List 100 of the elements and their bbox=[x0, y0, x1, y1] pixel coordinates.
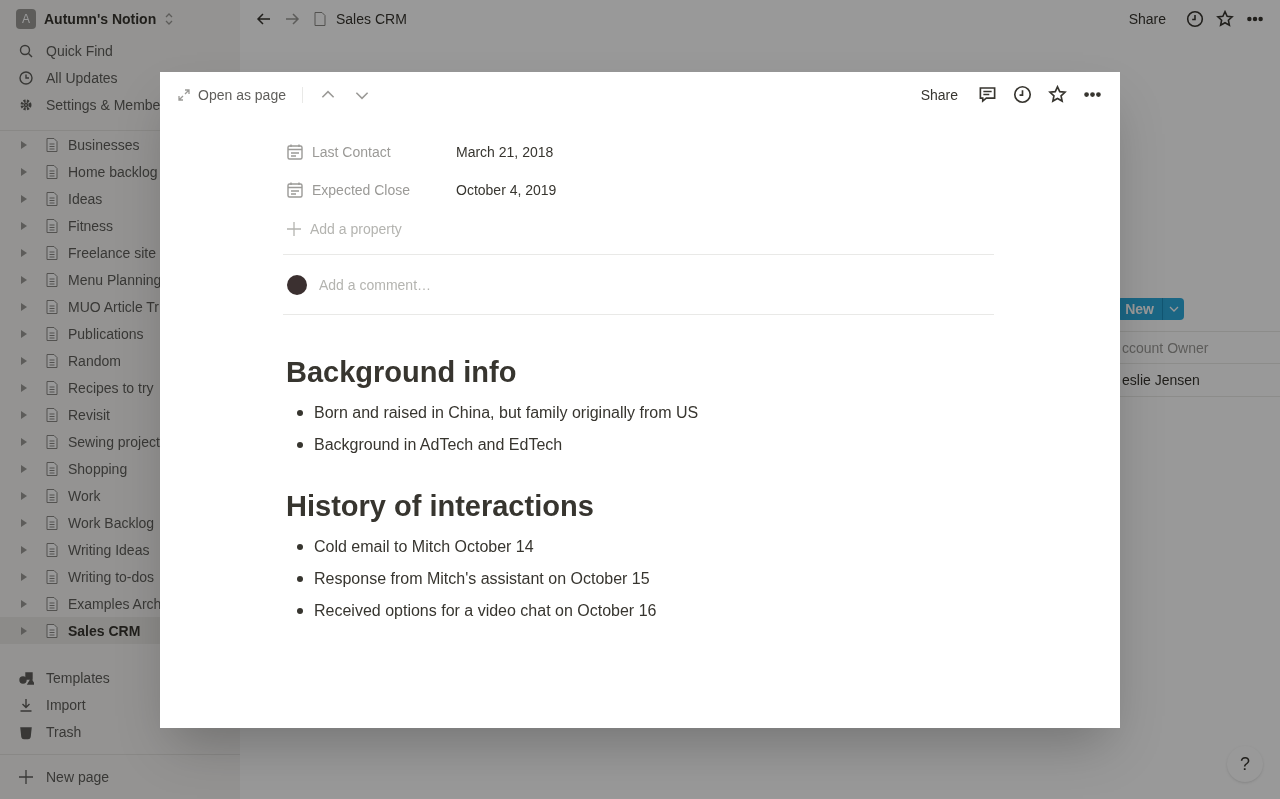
comment-icon[interactable] bbox=[978, 85, 997, 104]
expand-arrow-icon[interactable] bbox=[20, 599, 28, 608]
download-icon bbox=[18, 696, 34, 713]
column-header: ccount Owner bbox=[1122, 338, 1209, 358]
bullet-icon bbox=[297, 410, 303, 416]
expand-arrow-icon[interactable] bbox=[20, 302, 28, 311]
property-value[interactable]: October 4, 2019 bbox=[456, 180, 557, 200]
share-button[interactable]: Share bbox=[1128, 8, 1166, 29]
page-icon bbox=[44, 298, 60, 315]
sidebar-nav-item[interactable]: Trash bbox=[0, 718, 240, 745]
page-icon bbox=[44, 379, 60, 396]
expand-arrow-icon[interactable] bbox=[20, 329, 28, 338]
bullet-text: Background in AdTech and EdTech bbox=[314, 435, 563, 455]
caret-icon bbox=[1168, 306, 1179, 312]
expand-arrow-icon[interactable] bbox=[20, 383, 28, 392]
bullet-text: Response from Mitch's assistant on October 15 bbox=[314, 569, 650, 589]
sidebar-nav-item[interactable]: Import bbox=[0, 691, 240, 718]
sidebar-page-item[interactable]: Work Backlog bbox=[0, 509, 240, 536]
sidebar-page-item[interactable]: Revisit bbox=[0, 401, 240, 428]
back-arrow-icon[interactable] bbox=[256, 10, 272, 27]
page-icon bbox=[44, 136, 60, 153]
clock-icon bbox=[18, 69, 34, 86]
expand-arrow-icon[interactable] bbox=[20, 275, 28, 284]
expand-arrow-icon[interactable] bbox=[20, 140, 28, 149]
expand-arrow-icon[interactable] bbox=[20, 356, 28, 365]
sidebar-page-item[interactable]: Shopping bbox=[0, 455, 240, 482]
clock-icon[interactable] bbox=[1186, 9, 1204, 28]
star-icon[interactable] bbox=[1048, 85, 1067, 104]
table-cell-text: eslie Jensen bbox=[1122, 371, 1200, 390]
add-property-button[interactable]: Add a property bbox=[286, 219, 402, 239]
bullet-icon bbox=[297, 608, 303, 614]
search-icon bbox=[18, 42, 34, 59]
sidebar-page-item[interactable]: Menu Planning bbox=[0, 266, 240, 293]
expand-arrow-icon[interactable] bbox=[20, 545, 28, 554]
plus-icon bbox=[18, 769, 34, 785]
expand-arrow-icon[interactable] bbox=[20, 167, 28, 176]
calendar-icon bbox=[286, 181, 304, 199]
new-page-button[interactable]: New page bbox=[18, 767, 110, 787]
page-icon bbox=[44, 514, 60, 531]
plus-icon bbox=[286, 221, 302, 237]
page-icon bbox=[44, 622, 60, 639]
page-icon bbox=[312, 10, 328, 27]
page-icon bbox=[44, 325, 60, 342]
page-icon bbox=[44, 163, 60, 180]
share-button[interactable]: Share bbox=[920, 84, 958, 105]
comment-field[interactable]: Add a comment… bbox=[319, 274, 994, 295]
expand-arrow-icon[interactable] bbox=[20, 437, 28, 446]
sidebar-page-item[interactable]: Work bbox=[0, 482, 240, 509]
page-icon bbox=[44, 568, 60, 585]
bullet-text: Cold email to Mitch October 14 bbox=[314, 537, 534, 557]
page-icon bbox=[44, 217, 60, 234]
page-icon bbox=[44, 352, 60, 369]
sidebar-nav-item[interactable]: Quick Find bbox=[0, 37, 240, 64]
bullet-text: Born and raised in China, but family originally from US bbox=[314, 403, 699, 423]
sidebar-page-item[interactable]: Fitness bbox=[0, 212, 240, 239]
calendar-icon bbox=[286, 143, 304, 161]
sidebar-page-item[interactable]: Ideas bbox=[0, 185, 240, 212]
expand-arrow-icon[interactable] bbox=[20, 491, 28, 500]
sidebar-page-item[interactable]: Home backlog bbox=[0, 158, 240, 185]
sidebar-nav-item[interactable]: Templates bbox=[0, 664, 240, 691]
clock-icon[interactable] bbox=[1013, 85, 1032, 104]
expand-arrow-icon[interactable] bbox=[20, 518, 28, 527]
chevron-updown-icon bbox=[164, 11, 175, 26]
property-label: Expected Close bbox=[312, 181, 411, 200]
sidebar-page-item[interactable]: MUO Article Tr bbox=[0, 293, 240, 320]
page-icon bbox=[44, 541, 60, 558]
sidebar-page-item[interactable]: Random bbox=[0, 347, 240, 374]
star-icon[interactable] bbox=[1216, 9, 1234, 28]
sidebar-page-item[interactable]: Sewing project bbox=[0, 428, 240, 455]
bullet-text: Received options for a video chat on October 16 bbox=[314, 601, 657, 621]
expand-arrow-icon[interactable] bbox=[20, 572, 28, 581]
help-button[interactable]: ? bbox=[1227, 746, 1263, 782]
sidebar-page-item[interactable]: Writing Ideas bbox=[0, 536, 240, 563]
page-icon bbox=[44, 190, 60, 207]
expand-arrow-icon[interactable] bbox=[20, 248, 28, 257]
forward-arrow-icon[interactable] bbox=[284, 10, 300, 27]
section-heading: Background info bbox=[286, 355, 518, 390]
sidebar-page-item[interactable]: Examples Arch bbox=[0, 590, 240, 617]
property-value[interactable]: March 21, 2018 bbox=[456, 142, 554, 162]
shapes-icon bbox=[18, 669, 34, 686]
expand-arrow-icon[interactable] bbox=[20, 221, 28, 230]
sidebar-page-item[interactable]: Publications bbox=[0, 320, 240, 347]
avatar bbox=[287, 274, 307, 295]
expand-icon bbox=[178, 88, 190, 101]
breadcrumb[interactable]: Sales CRM bbox=[336, 8, 407, 29]
sidebar-page-item[interactable]: Recipes to try bbox=[0, 374, 240, 401]
page-icon bbox=[44, 271, 60, 288]
expand-arrow-icon[interactable] bbox=[20, 410, 28, 419]
bullet-icon bbox=[297, 576, 303, 582]
sidebar-page-item[interactable]: Writing to-dos bbox=[0, 563, 240, 590]
sidebar-page-item[interactable]: Businesses bbox=[0, 131, 240, 158]
expand-arrow-icon[interactable] bbox=[20, 626, 28, 635]
section-heading: History of interactions bbox=[286, 489, 595, 524]
page-icon bbox=[44, 460, 60, 477]
page-icon bbox=[44, 487, 60, 504]
expand-arrow-icon[interactable] bbox=[20, 464, 28, 473]
workspace-name[interactable]: Autumn's Notion bbox=[44, 8, 157, 29]
expand-arrow-icon[interactable] bbox=[20, 194, 28, 203]
page-icon bbox=[44, 595, 60, 612]
sidebar-page-item[interactable]: Freelance site bbox=[0, 239, 240, 266]
